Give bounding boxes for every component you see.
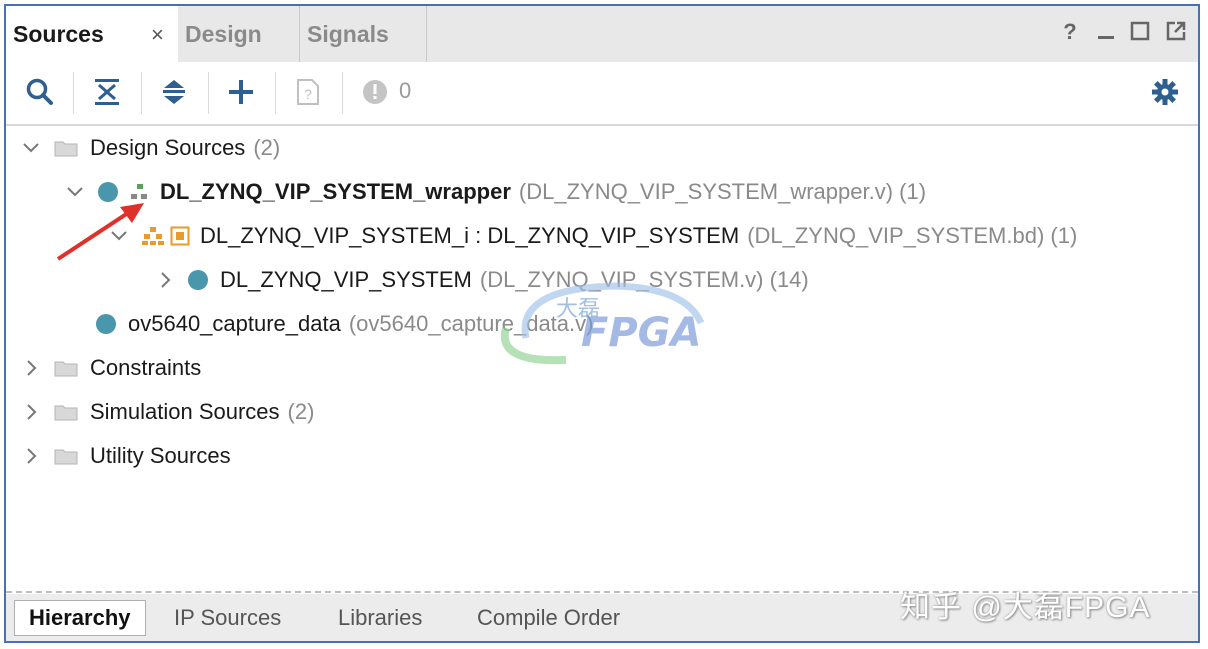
close-icon[interactable]: × — [151, 22, 164, 48]
doc-help-icon[interactable]: ? — [290, 74, 326, 110]
toolbar: ? 0 — [6, 62, 1198, 126]
tab-libraries[interactable]: Libraries — [338, 600, 422, 636]
tree-item-file: (DL_ZYNQ_VIP_SYSTEM.bd) (1) — [747, 223, 1078, 248]
tab-signals-label: Signals — [307, 20, 389, 47]
add-icon[interactable] — [223, 74, 259, 110]
chevron-right-icon[interactable] — [22, 447, 40, 465]
chevron-right-icon[interactable] — [156, 271, 174, 289]
tab-compile-order[interactable]: Compile Order — [477, 600, 620, 636]
tree-item-label: DL_ZYNQ_VIP_SYSTEM — [220, 267, 472, 292]
tree-item-label: Simulation Sources — [90, 399, 280, 424]
warning-circle-icon[interactable] — [357, 74, 393, 110]
chevron-right-icon[interactable] — [22, 403, 40, 421]
tab-design-label: Design — [185, 20, 262, 47]
folder-icon — [54, 405, 78, 421]
maximize-icon[interactable] — [1128, 20, 1152, 44]
problem-count: 0 — [399, 78, 412, 103]
watermark-logo-text: FPGA — [581, 310, 701, 356]
tree-item-count: (2) — [287, 399, 315, 424]
sources-panel: Sources × Design Signals ? ? 0 Design So… — [4, 4, 1200, 643]
verilog-source-icon — [98, 182, 118, 202]
gear-icon[interactable] — [1147, 74, 1183, 110]
collapse-all-icon[interactable] — [89, 74, 125, 110]
tab-sources-label: Sources — [13, 20, 104, 47]
tree-item-label: Utility Sources — [90, 443, 231, 468]
tree-item-count: (2) — [253, 135, 281, 160]
tree-item-file: (DL_ZYNQ_VIP_SYSTEM_wrapper.v) (1) — [518, 179, 927, 204]
search-icon[interactable] — [22, 74, 58, 110]
tab-signals[interactable]: Signals — [300, 6, 427, 62]
tree-item-label: Design Sources — [90, 135, 246, 160]
tree-item-label: DL_ZYNQ_VIP_SYSTEM_i : DL_ZYNQ_VIP_SYSTE… — [200, 223, 740, 248]
top-module-icon — [131, 184, 147, 199]
help-icon[interactable]: ? — [1058, 20, 1082, 44]
watermark-text: 知乎 @大磊FPGA — [900, 591, 1151, 624]
toolbar-divider — [342, 72, 343, 114]
tree-item-bd-instance[interactable]: DL_ZYNQ_VIP_SYSTEM_i : DL_ZYNQ_VIP_SYSTE… — [110, 216, 1077, 256]
tab-hierarchy[interactable]: Hierarchy — [14, 600, 146, 636]
block-design-icon — [170, 226, 190, 246]
tree-item-utility[interactable]: Utility Sources — [22, 436, 231, 476]
tree-item-label: Constraints — [90, 355, 202, 380]
float-window-icon[interactable] — [1164, 20, 1188, 44]
toolbar-divider — [208, 72, 209, 114]
tree-item-label: DL_ZYNQ_VIP_SYSTEM_wrapper — [160, 179, 511, 204]
watermark-logo: 大磊 FPGA — [500, 282, 705, 365]
folder-icon — [54, 141, 78, 157]
chevron-down-icon[interactable] — [66, 183, 84, 201]
annotation-arrow — [56, 203, 144, 261]
tab-bar: Sources × Design Signals ? — [6, 6, 1198, 62]
folder-icon — [54, 449, 78, 465]
chevron-down-icon[interactable] — [22, 139, 40, 157]
tab-ip-sources[interactable]: IP Sources — [174, 600, 281, 636]
tab-design[interactable]: Design — [178, 6, 300, 62]
minimize-icon[interactable] — [1094, 20, 1118, 44]
verilog-source-icon — [188, 270, 208, 290]
tree-item-wrapper[interactable]: DL_ZYNQ_VIP_SYSTEM_wrapper (DL_ZYNQ_VIP_… — [66, 172, 926, 212]
verilog-source-icon — [96, 314, 116, 334]
chevron-right-icon[interactable] — [22, 359, 40, 377]
source-tree: Design Sources (2) DL_ZYNQ_VIP_SYSTEM_wr… — [6, 126, 1198, 591]
tree-item-constraints[interactable]: Constraints — [22, 348, 201, 388]
tree-item-label: ov5640_capture_data — [128, 311, 341, 336]
folder-icon — [54, 361, 78, 377]
tab-sources[interactable]: Sources × — [6, 6, 178, 62]
expand-all-icon[interactable] — [156, 74, 192, 110]
toolbar-divider — [141, 72, 142, 114]
tree-item-design-sources[interactable]: Design Sources (2) — [22, 128, 280, 168]
tree-item-simulation[interactable]: Simulation Sources (2) — [22, 392, 314, 432]
svg-text:?: ? — [304, 86, 312, 102]
toolbar-divider — [73, 72, 74, 114]
toolbar-divider — [275, 72, 276, 114]
